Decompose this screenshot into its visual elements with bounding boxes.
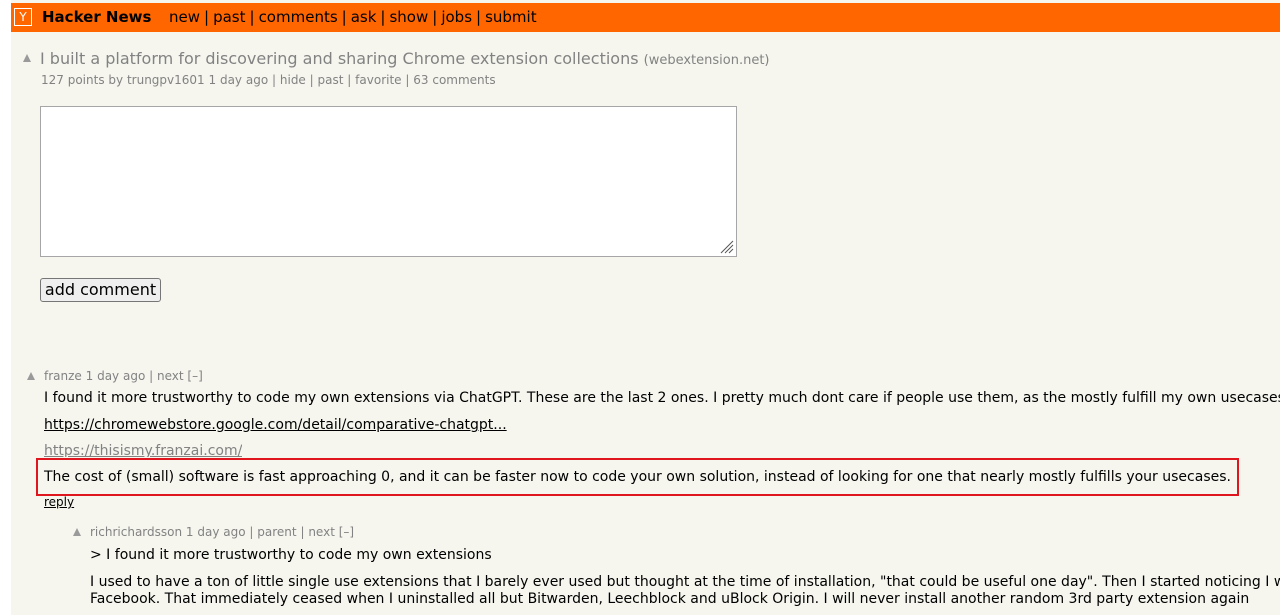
nav-comments[interactable]: comments bbox=[259, 8, 338, 26]
comments-count-link[interactable]: 63 comments bbox=[413, 73, 495, 87]
hn-logo[interactable]: Y bbox=[14, 8, 32, 26]
subtext-separator: | bbox=[272, 73, 277, 87]
nav-links: new | past | comments | ask | show | jobs | submit bbox=[169, 9, 537, 26]
site-title-link[interactable]: Hacker News bbox=[42, 9, 151, 26]
story-age-link[interactable]: 1 day ago bbox=[209, 73, 269, 87]
story-points: 127 points bbox=[41, 73, 105, 87]
reply-link[interactable]: reply bbox=[44, 495, 74, 509]
comhead-separator: | bbox=[300, 525, 305, 539]
chrome-webstore-link[interactable]: https://chromewebstore.google.com/detail… bbox=[44, 417, 507, 433]
nav-separator: | bbox=[432, 8, 438, 26]
comment-collapse-toggle[interactable]: [–] bbox=[339, 525, 354, 539]
nav-separator: | bbox=[249, 8, 255, 26]
story-site-link[interactable]: (webextension.net) bbox=[644, 53, 770, 68]
comment-collapse-toggle[interactable]: [–] bbox=[187, 369, 202, 383]
comment-user-link[interactable]: richrichardsson bbox=[90, 525, 182, 539]
past-link[interactable]: past bbox=[318, 73, 344, 87]
story-author-link[interactable]: trungpv1601 bbox=[127, 73, 205, 87]
hide-link[interactable]: hide bbox=[280, 73, 306, 87]
story-title-link[interactable]: I built a platform for discovering and s… bbox=[40, 49, 639, 68]
comment-next-link[interactable]: next bbox=[308, 525, 335, 539]
comhead-separator: | bbox=[249, 525, 254, 539]
nav-new[interactable]: new bbox=[169, 8, 200, 26]
page: Y Hacker News new | past | comments | ask | show… bbox=[11, 0, 1280, 615]
nav-separator: | bbox=[204, 8, 210, 26]
nav-separator: | bbox=[380, 8, 386, 26]
comment-next-link[interactable]: next bbox=[157, 369, 184, 383]
upvote-arrow-icon[interactable] bbox=[23, 54, 31, 62]
comment-paragraph: I found it more trustworthy to code my o… bbox=[44, 390, 1280, 406]
story-title-row: I built a platform for discovering and s… bbox=[40, 49, 770, 68]
subtext-separator: | bbox=[405, 73, 410, 87]
nav-separator: | bbox=[341, 8, 347, 26]
comment-age-link[interactable]: 1 day ago bbox=[86, 369, 146, 383]
comment-paragraph-line: I used to have a ton of little single us… bbox=[90, 574, 1280, 590]
resize-grip-icon[interactable] bbox=[718, 238, 734, 254]
comment-url-paragraph: https://chromewebstore.google.com/detail… bbox=[44, 417, 507, 434]
comment-quote: > I found it more trustworthy to code my… bbox=[90, 547, 492, 563]
story-subtext: 127 points by trungpv1601 1 day ago | hi… bbox=[41, 73, 496, 87]
favorite-link[interactable]: favorite bbox=[355, 73, 401, 87]
nav-separator: | bbox=[476, 8, 482, 26]
nav-past[interactable]: past bbox=[213, 8, 245, 26]
highlight-annotation-box bbox=[36, 458, 1239, 496]
nav-submit[interactable]: submit bbox=[485, 8, 537, 26]
comment-age-link[interactable]: 1 day ago bbox=[186, 525, 246, 539]
comment-parent-link[interactable]: parent bbox=[257, 525, 296, 539]
subtext-separator: | bbox=[309, 73, 314, 87]
comment-paragraph-line: Facebook. That immediately ceased when I… bbox=[90, 591, 1250, 607]
comment-user-link[interactable]: franze bbox=[44, 369, 82, 383]
comment-upvote-arrow-icon[interactable] bbox=[27, 372, 35, 380]
top-nav-bar: Y Hacker News new | past | comments | ask | show… bbox=[11, 3, 1280, 32]
add-comment-button[interactable]: add comment bbox=[40, 278, 161, 302]
nav-jobs[interactable]: jobs bbox=[441, 8, 472, 26]
comment-header: franze 1 day ago | next [–] bbox=[44, 369, 203, 383]
nav-ask[interactable]: ask bbox=[351, 8, 377, 26]
comment-upvote-arrow-icon[interactable] bbox=[73, 528, 81, 536]
franzai-link[interactable]: https://thisismy.franzai.com/ bbox=[44, 443, 242, 457]
comhead-separator: | bbox=[149, 369, 154, 383]
comment-url-paragraph: https://thisismy.franzai.com/ bbox=[44, 443, 242, 457]
comment-header: richrichardsson 1 day ago | parent | nex… bbox=[90, 525, 354, 539]
nav-show[interactable]: show bbox=[389, 8, 428, 26]
subtext-separator: | bbox=[347, 73, 352, 87]
comment-textarea[interactable] bbox=[40, 106, 737, 257]
story-by-label: by bbox=[108, 73, 124, 87]
